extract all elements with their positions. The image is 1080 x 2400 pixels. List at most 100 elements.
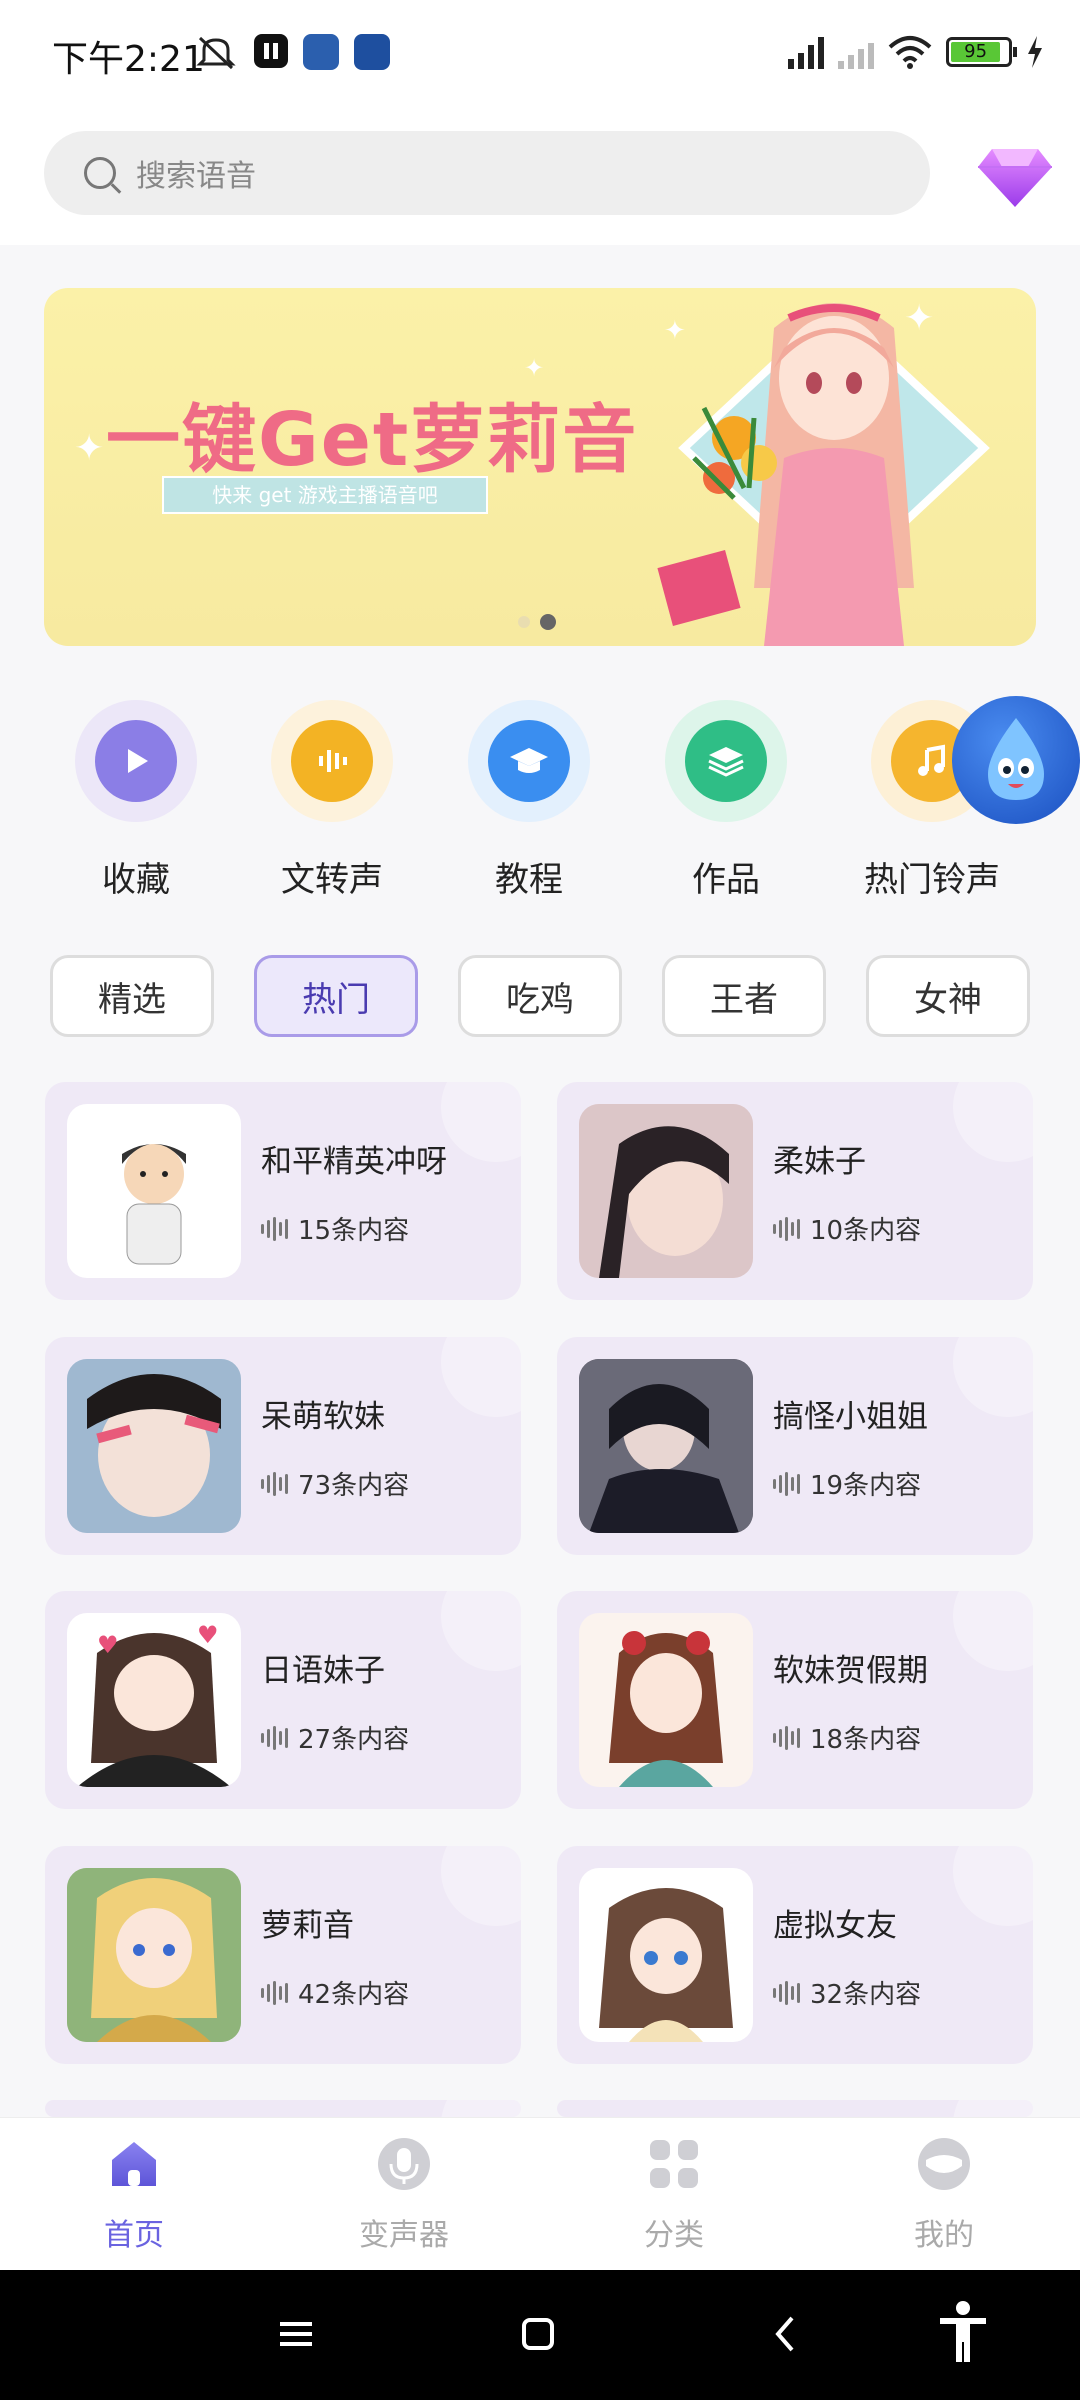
menu-icon[interactable] bbox=[276, 2310, 316, 2358]
card-meta: 32条内容 bbox=[773, 1974, 921, 2011]
promo-banner[interactable]: ✦ ✦ ✦ ✦ 一键Get萝莉音 快来 get 游戏主播语音吧 bbox=[44, 288, 1036, 646]
voice-pack-card[interactable]: 萝莉音 42条内容 bbox=[45, 1846, 521, 2064]
card-meta: 19条内容 bbox=[773, 1465, 921, 1502]
card-count: 27条内容 bbox=[298, 1725, 410, 1755]
pagination-dot[interactable] bbox=[518, 616, 530, 628]
voice-pack-card[interactable]: 虚拟女友 32条内容 bbox=[557, 1846, 1033, 2064]
card-meta: 15条内容 bbox=[261, 1210, 409, 1247]
accessibility-icon[interactable] bbox=[938, 2300, 988, 2364]
audio-wave-icon bbox=[773, 1471, 800, 1496]
voice-pack-card[interactable] bbox=[557, 2100, 1033, 2117]
tab-hot[interactable]: 热门 bbox=[254, 955, 418, 1037]
graduation-cap-icon bbox=[488, 720, 570, 802]
card-title: 萝莉音 bbox=[261, 1908, 354, 1944]
voice-pack-card[interactable]: 呆萌软妹 73条内容 bbox=[45, 1337, 521, 1555]
card-count: 32条内容 bbox=[810, 1980, 922, 2010]
cursor-app-icon bbox=[354, 34, 390, 70]
cell-signal-2-icon bbox=[838, 35, 874, 69]
card-title: 日语妹子 bbox=[261, 1653, 385, 1689]
nav-profile[interactable]: 我的 bbox=[864, 2136, 1024, 2254]
card-thumbnail bbox=[579, 1868, 753, 2042]
nav-label: 我的 bbox=[914, 2218, 974, 2253]
card-title: 软妹贺假期 bbox=[773, 1653, 928, 1689]
audio-wave-icon bbox=[261, 1471, 288, 1496]
bottom-navigation: 首页 变声器 分类 我的 bbox=[0, 2117, 1080, 2270]
card-count: 18条内容 bbox=[810, 1725, 922, 1755]
action-works[interactable]: 作品 bbox=[636, 700, 816, 901]
audio-wave-icon bbox=[773, 1980, 800, 2005]
action-tutorial[interactable]: 教程 bbox=[439, 700, 619, 901]
card-count: 10条内容 bbox=[810, 1216, 922, 1246]
card-count: 15条内容 bbox=[298, 1216, 410, 1246]
water-drop-mascot-icon bbox=[988, 718, 1044, 800]
action-text-to-speech[interactable]: 文转声 bbox=[242, 700, 422, 901]
back-icon[interactable] bbox=[766, 2310, 806, 2358]
tab-goddess[interactable]: 女神 bbox=[866, 955, 1030, 1037]
tab-featured[interactable]: 精选 bbox=[50, 955, 214, 1037]
card-title: 搞怪小姐姐 bbox=[773, 1399, 928, 1435]
audio-wave-icon bbox=[261, 1216, 288, 1241]
diamond-vip-icon[interactable] bbox=[976, 145, 1054, 209]
card-count: 19条内容 bbox=[810, 1471, 922, 1501]
voice-pack-card[interactable]: 软妹贺假期 18条内容 bbox=[557, 1591, 1033, 1809]
voice-pack-card[interactable]: 柔妹子 10条内容 bbox=[557, 1082, 1033, 1300]
nav-label: 首页 bbox=[104, 2218, 164, 2253]
header: 搜索语音 bbox=[0, 105, 1080, 245]
voice-pack-card[interactable]: 搞怪小姐姐 19条内容 bbox=[557, 1337, 1033, 1555]
card-meta: 18条内容 bbox=[773, 1719, 921, 1756]
nav-categories[interactable]: 分类 bbox=[594, 2136, 754, 2254]
home-button-icon[interactable] bbox=[518, 2310, 558, 2358]
nav-voice-changer[interactable]: 变声器 bbox=[324, 2136, 484, 2254]
grid-icon bbox=[650, 2140, 698, 2188]
audio-wave-icon bbox=[261, 1725, 288, 1750]
svg-text:♥: ♥ bbox=[197, 1621, 219, 1649]
game-app-icon bbox=[303, 34, 339, 70]
card-thumbnail bbox=[579, 1359, 753, 1533]
action-label: 热门铃声 bbox=[864, 860, 1000, 900]
category-tabs: 精选 热门 吃鸡 王者 女神 bbox=[50, 955, 1030, 1037]
card-thumbnail bbox=[67, 1104, 241, 1278]
audio-wave-icon bbox=[773, 1216, 800, 1241]
card-thumbnail bbox=[579, 1613, 753, 1787]
status-bar: 下午2:21 95 bbox=[0, 0, 1080, 105]
svg-text:♥: ♥ bbox=[97, 1631, 119, 1659]
voice-pack-card[interactable]: ♥ ♥ 日语妹子 27条内容 bbox=[45, 1591, 521, 1809]
card-title: 虚拟女友 bbox=[773, 1908, 897, 1944]
card-thumbnail bbox=[67, 1359, 241, 1533]
voice-pack-card[interactable] bbox=[45, 2100, 521, 2117]
audio-wave-icon bbox=[261, 1980, 288, 2005]
card-meta: 27条内容 bbox=[261, 1719, 409, 1756]
pagination-dot-active[interactable] bbox=[540, 614, 556, 630]
card-title: 和平精英冲呀 bbox=[261, 1144, 447, 1180]
battery-icon: 95 bbox=[946, 37, 1017, 67]
battery-level: 95 bbox=[951, 42, 1001, 62]
nav-label: 变声器 bbox=[359, 2218, 449, 2253]
card-title: 呆萌软妹 bbox=[261, 1399, 385, 1435]
floating-mascot-button[interactable] bbox=[952, 696, 1080, 824]
card-meta: 73条内容 bbox=[261, 1465, 409, 1502]
quick-actions: 收藏 文转声 教程 作品 热门铃声 bbox=[0, 700, 1080, 900]
wifi-icon bbox=[888, 36, 932, 69]
microphone-icon bbox=[378, 2138, 430, 2190]
action-label: 教程 bbox=[495, 860, 563, 900]
card-meta: 10条内容 bbox=[773, 1210, 921, 1247]
layers-icon bbox=[685, 720, 767, 802]
card-meta: 42条内容 bbox=[261, 1974, 409, 2011]
audio-wave-icon bbox=[773, 1725, 800, 1750]
search-input[interactable]: 搜索语音 bbox=[44, 131, 930, 215]
banner-subtitle: 快来 get 游戏主播语音吧 bbox=[162, 476, 488, 514]
voice-pack-card[interactable]: 和平精英冲呀 15条内容 bbox=[45, 1082, 521, 1300]
action-favorites[interactable]: 收藏 bbox=[46, 700, 226, 901]
nav-home[interactable]: 首页 bbox=[54, 2136, 214, 2254]
action-label: 作品 bbox=[692, 860, 760, 900]
cell-signal-icon bbox=[788, 35, 824, 69]
play-icon bbox=[95, 720, 177, 802]
banner-anime-girl-illustration bbox=[657, 302, 990, 646]
tab-pubg[interactable]: 吃鸡 bbox=[458, 955, 622, 1037]
search-placeholder: 搜索语音 bbox=[136, 159, 256, 194]
tab-honor-of-kings[interactable]: 王者 bbox=[662, 955, 826, 1037]
action-label: 文转声 bbox=[281, 860, 383, 900]
sparkle-icon: ✦ bbox=[74, 428, 105, 469]
voice-bars-icon bbox=[291, 720, 373, 802]
card-title: 柔妹子 bbox=[773, 1144, 866, 1180]
